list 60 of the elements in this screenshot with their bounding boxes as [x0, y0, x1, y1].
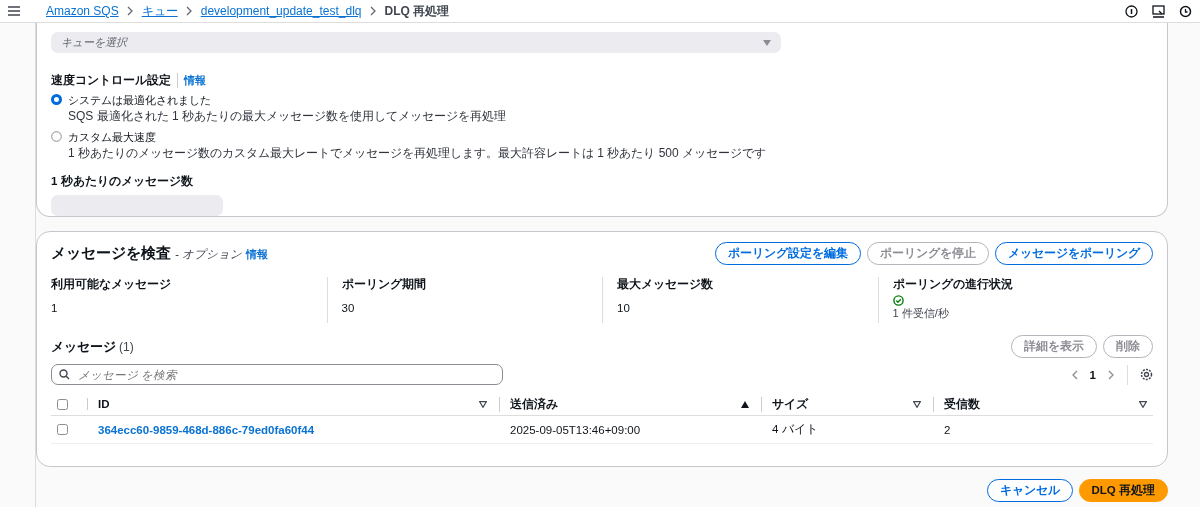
menu-icon[interactable]	[8, 6, 20, 16]
stat-value: 30	[341, 302, 356, 314]
stat-label: ポーリング期間	[341, 277, 427, 292]
column-header[interactable]: ID	[98, 398, 110, 410]
field-label: 速度コントロール設定	[51, 73, 171, 88]
search-icon	[59, 369, 70, 380]
chevron-right-icon	[126, 6, 134, 16]
settings-icon[interactable]	[1140, 368, 1153, 381]
table-cell: 2025-09-05T13:46+09:00	[510, 423, 641, 436]
monitor-search-icon[interactable]	[1152, 4, 1165, 18]
breadcrumb-current: DLQ 再処理	[384, 2, 450, 20]
submit-button[interactable]: DLQ 再処理	[1078, 479, 1168, 502]
action-button[interactable]: ポーリング設定を編集	[715, 242, 861, 265]
stat-label: ポーリングの進行状況	[892, 277, 1014, 292]
section-title: メッセージを検査	[51, 244, 171, 263]
sort-ascending-icon[interactable]	[741, 400, 749, 408]
stat-value: 1 件受信/秒	[892, 306, 950, 321]
field-label: 1 秒あたりのメッセージ数	[51, 174, 193, 189]
next-page-icon[interactable]	[1108, 369, 1115, 380]
info-icon[interactable]	[1125, 4, 1138, 18]
section-title: メッセージ	[51, 338, 116, 354]
cancel-button[interactable]: キャンセル	[986, 479, 1073, 502]
breadcrumb-link[interactable]: development_update_test_dlq	[200, 4, 362, 18]
message-id-link[interactable]: 364ecc60-9859-468d-886c-79ed0fa60f44	[98, 423, 315, 436]
sort-icon[interactable]	[913, 400, 921, 408]
radio-description: 1 秒あたりのメッセージ数のカスタム最大レートでメッセージを再処理します。最大許容レートは 1 秒あたり 500 メッセージです	[68, 145, 767, 162]
sort-icon[interactable]	[479, 400, 487, 408]
radio-label: カスタム最大速度	[68, 130, 157, 145]
column-header[interactable]: 受信数	[944, 396, 980, 412]
column-header[interactable]: サイズ	[772, 396, 808, 412]
message-count: (1)	[119, 339, 134, 354]
table-cell: 4 バイト	[772, 423, 818, 435]
info-link[interactable]: 情報	[246, 247, 269, 262]
checkbox[interactable]	[57, 424, 68, 435]
check-circle-icon	[892, 295, 904, 306]
stat-value: 1	[51, 302, 59, 314]
clock-icon[interactable]	[1179, 4, 1192, 18]
caret-icon[interactable]	[763, 39, 771, 46]
search-field[interactable]: メッセージ を検索	[51, 364, 503, 385]
chevron-right-icon	[369, 6, 377, 16]
chevron-right-icon	[185, 6, 193, 16]
radio-button[interactable]	[51, 94, 62, 105]
stat-label: 利用可能なメッセージ	[51, 277, 172, 292]
previous-page-icon[interactable]	[1070, 369, 1078, 380]
action-button[interactable]: メッセージをポーリング	[995, 242, 1153, 265]
breadcrumb-link[interactable]: Amazon SQS	[46, 4, 119, 18]
radio-label: システムは最適化されました	[68, 93, 212, 108]
stat-label: 最大メッセージ数	[617, 277, 714, 292]
page-number[interactable]: 1	[1089, 368, 1096, 381]
optional-label: - オプション	[175, 247, 243, 262]
stat-value: 10	[617, 302, 631, 314]
table-cell: 2	[944, 423, 951, 436]
queue-select[interactable]: キューを選択	[51, 32, 781, 53]
radio-description: SQS 最適化された 1 秒あたりの最大メッセージ数を使用してメッセージを再処理	[68, 108, 507, 125]
info-link[interactable]: 情報	[177, 73, 206, 88]
radio-button[interactable]	[51, 131, 62, 142]
sort-icon[interactable]	[1139, 400, 1147, 408]
breadcrumb-link[interactable]: キュー	[141, 2, 178, 20]
checkbox[interactable]	[57, 398, 68, 410]
column-header[interactable]: 送信済み	[510, 396, 558, 412]
